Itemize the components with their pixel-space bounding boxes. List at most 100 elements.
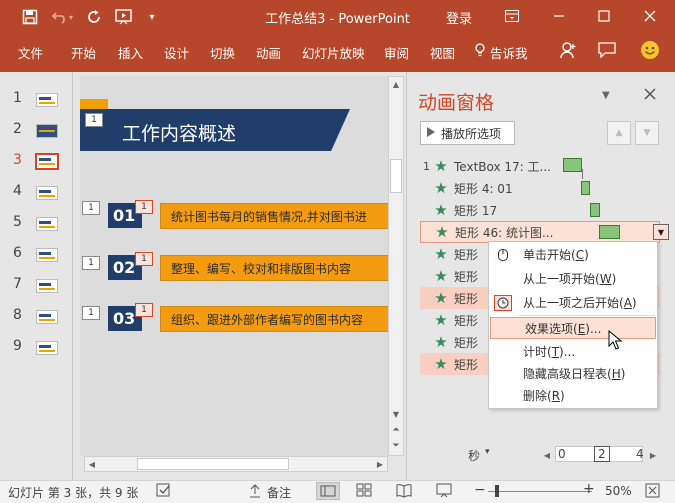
thumbnail-slide-7[interactable]: 7 (0, 274, 72, 298)
animation-item-row-selected[interactable]: ★ 矩形 46: 统计图... ▼ (420, 221, 669, 243)
animation-order-tag[interactable]: 1 (135, 303, 153, 317)
thumbnail-slide-2[interactable]: 2 (0, 119, 72, 143)
slide-sorter-icon[interactable] (356, 483, 372, 501)
undo-dropdown-icon[interactable]: ▾ (66, 7, 76, 27)
move-up-button[interactable]: ▲ (607, 121, 631, 145)
close-window-icon[interactable] (636, 4, 664, 28)
ribbon-tabs: 文件 开始 插入 设计 切换 动画 幻灯片放映 审阅 视图 告诉我 (0, 34, 675, 72)
animation-order-tag[interactable]: 1 (135, 200, 153, 214)
thumbnail-slide-1[interactable]: 1 (0, 88, 72, 112)
zoom-slider-thumb[interactable] (495, 485, 499, 497)
animation-order-tag[interactable]: 1 (82, 256, 100, 270)
timeline-scale[interactable]: 0 2 4 (555, 446, 644, 462)
tab-file[interactable]: 文件 (18, 43, 43, 62)
customize-toolbar-icon[interactable]: ▾ (142, 7, 162, 27)
slide-horizontal-scrollbar[interactable]: ◀ ▶ (84, 456, 388, 472)
animation-item-row[interactable]: 1 ★ TextBox 17: 工... (420, 155, 660, 177)
notes-button[interactable]: 备注 (267, 484, 291, 501)
timeline-scroll-right-icon[interactable]: ▶ (646, 448, 660, 462)
spelling-check-icon[interactable] (156, 483, 172, 501)
timeline-bar[interactable] (581, 181, 590, 195)
ribbon-display-options-icon[interactable] (498, 4, 526, 28)
notes-icon[interactable] (248, 483, 262, 501)
next-slide-icon[interactable]: ⏷ (389, 439, 403, 453)
zoom-slider-track[interactable] (488, 491, 592, 492)
menu-with-previous[interactable]: 从上一项开始(W) (489, 268, 657, 290)
smiley-feedback-icon[interactable] (640, 40, 660, 63)
item-text-bar[interactable]: 整理、编写、校对和排版图书内容 (160, 255, 388, 281)
timeline-bar[interactable] (590, 203, 600, 217)
close-pane-icon[interactable] (644, 88, 656, 103)
animation-order-tag[interactable]: 1 (85, 113, 103, 127)
thumbnail-image (35, 153, 59, 170)
item-dropdown-arrow-icon[interactable]: ▼ (653, 224, 669, 240)
tab-tell-me[interactable]: 告诉我 (490, 43, 528, 62)
minimize-icon[interactable] (545, 4, 573, 28)
tab-home[interactable]: 开始 (71, 43, 96, 62)
thumbnail-slide-6[interactable]: 6 (0, 243, 72, 267)
scroll-right-icon[interactable]: ▶ (373, 457, 387, 471)
pane-divider[interactable] (72, 72, 73, 480)
slide-counter[interactable]: 幻灯片 第 3 张，共 9 张 (8, 484, 138, 501)
animation-order-tag[interactable]: 1 (135, 252, 153, 266)
slideshow-icon[interactable] (436, 483, 452, 501)
play-selected-button[interactable]: 播放所选项 (420, 121, 515, 145)
thumbnail-slide-4[interactable]: 4 (0, 181, 72, 205)
previous-slide-icon[interactable]: ⏶ (389, 423, 403, 437)
menu-start-on-click[interactable]: 单击开始(C) (489, 244, 657, 266)
scroll-down-icon[interactable]: ▼ (389, 407, 403, 421)
fit-to-window-icon[interactable] (645, 483, 660, 501)
item-text-bar[interactable]: 组织、跟进外部作者编写的图书内容 (160, 306, 388, 332)
scroll-thumb[interactable] (390, 159, 402, 193)
timeline-bar[interactable] (563, 158, 582, 172)
normal-view-icon[interactable] (316, 482, 340, 500)
animation-item-row[interactable]: ★ 矩形 17 (420, 199, 660, 221)
scroll-left-icon[interactable]: ◀ (85, 457, 99, 471)
timeline-bar[interactable] (599, 225, 620, 239)
pane-options-dropdown-icon[interactable]: ▼ (602, 90, 610, 101)
tab-transitions[interactable]: 切换 (210, 43, 235, 62)
item-text-bar[interactable]: 统计图书每月的销售情况,并对图书进 (160, 203, 388, 229)
menu-timing[interactable]: 计时(T)... (489, 341, 657, 363)
animation-order-tag[interactable]: 1 (82, 306, 100, 320)
slide-canvas[interactable]: 1 工作内容概述 1 01 1 统计图书每月的销售情况,并对图书进 1 02 1… (80, 76, 388, 456)
tab-review[interactable]: 审阅 (384, 43, 409, 62)
move-down-button[interactable]: ▼ (635, 121, 659, 145)
tell-me-icon[interactable] (474, 43, 486, 60)
tab-view[interactable]: 视图 (430, 43, 455, 62)
tab-animations[interactable]: 动画 (256, 43, 281, 62)
animation-item-label: 矩形 17 (454, 203, 498, 218)
slide-vertical-scrollbar[interactable]: ▲ ▼ ⏶ ⏷ (388, 76, 404, 456)
menu-effect-options[interactable]: 效果选项(E)... (490, 317, 656, 339)
timeline-scroll-left-icon[interactable]: ◀ (540, 448, 554, 462)
tab-slideshow[interactable]: 幻灯片放映 (302, 43, 365, 62)
menu-hide-timeline[interactable]: 隐藏高级日程表(H) (489, 363, 657, 385)
maximize-icon[interactable] (590, 4, 618, 28)
thumbnail-slide-8[interactable]: 8 (0, 305, 72, 329)
animation-item-label: 矩形 (454, 269, 479, 284)
start-from-beginning-icon[interactable] (114, 7, 134, 27)
redo-icon[interactable] (84, 7, 104, 27)
slide-title[interactable]: 工作内容概述 (122, 119, 236, 146)
zoom-in-icon[interactable]: + (583, 481, 595, 497)
thumbnail-slide-3[interactable]: 3 (0, 150, 72, 174)
share-person-icon[interactable] (560, 41, 576, 62)
menu-remove[interactable]: 删除(R) (489, 385, 657, 407)
scroll-thumb[interactable] (137, 458, 289, 470)
tab-insert[interactable]: 插入 (118, 43, 143, 62)
comments-icon[interactable] (598, 42, 616, 61)
scroll-up-icon[interactable]: ▲ (389, 77, 403, 91)
reading-view-icon[interactable] (396, 483, 412, 501)
zoom-out-icon[interactable]: − (474, 482, 486, 498)
zoom-level[interactable]: 50% (605, 484, 632, 498)
menu-after-previous[interactable]: 从上一项之后开始(A) (489, 292, 657, 314)
tab-design[interactable]: 设计 (164, 43, 189, 62)
seconds-dropdown-icon[interactable]: ▾ (485, 447, 490, 457)
pane-divider[interactable] (406, 72, 407, 480)
save-icon[interactable] (20, 7, 40, 27)
animation-order-tag[interactable]: 1 (82, 201, 100, 215)
thumbnail-slide-9[interactable]: 9 (0, 336, 72, 360)
login-link[interactable]: 登录 (446, 8, 472, 27)
animation-item-row[interactable]: ★ 矩形 4: 01 (420, 177, 660, 199)
thumbnail-slide-5[interactable]: 5 (0, 212, 72, 236)
